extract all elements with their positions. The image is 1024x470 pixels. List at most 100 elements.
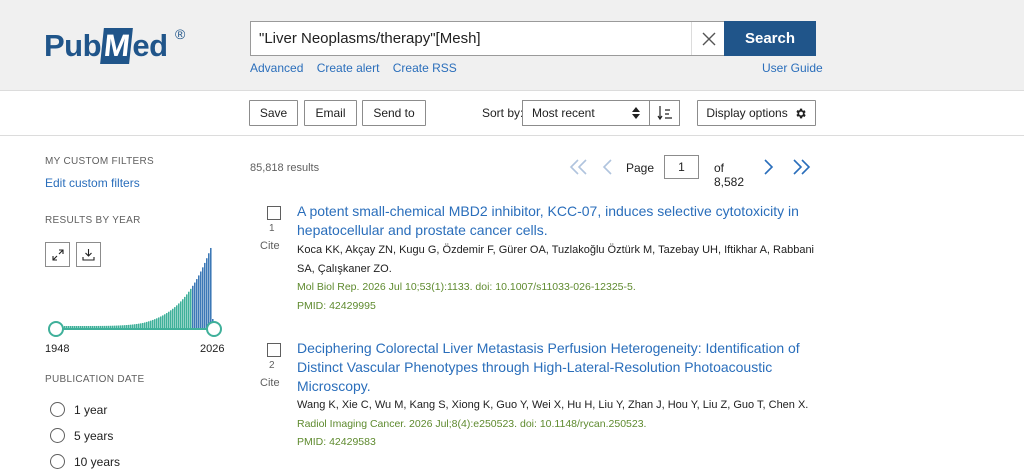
article-citation: Radiol Imaging Cancer. 2026 Jul;8(4):e25… [297, 418, 647, 430]
histogram-bar [204, 262, 206, 329]
histogram-bar [182, 299, 184, 329]
create-rss-link[interactable]: Create RSS [393, 61, 457, 75]
histogram-bar [156, 318, 158, 329]
article-title-link[interactable]: A potent small-chemical MBD2 inhibitor, … [297, 202, 817, 240]
sort-direction-icon [657, 106, 672, 121]
search-input[interactable] [251, 22, 689, 55]
display-options-button[interactable]: Display options [697, 100, 816, 126]
select-article-checkbox[interactable] [267, 206, 281, 220]
histogram-bar [174, 307, 176, 329]
histogram-bar [210, 247, 212, 329]
date-option-label: 5 years [74, 428, 114, 443]
next-page-icon[interactable] [761, 157, 775, 177]
publication-date-heading: PUBLICATION DATE [45, 374, 145, 385]
date-option-label: 10 years [74, 454, 121, 469]
histogram-bar [190, 288, 192, 329]
cite-button[interactable]: Cite [260, 377, 280, 389]
article-authors: Koca KK, Akçay ZN, Kugu G, Özdemir F, Gü… [297, 244, 814, 275]
histogram-bar [194, 282, 196, 329]
save-button[interactable]: Save [249, 100, 298, 126]
histogram-bar [188, 291, 190, 329]
page-label: Page [626, 161, 655, 175]
histogram-bar [202, 267, 204, 329]
histogram-bar [166, 313, 168, 329]
edit-custom-filters-link[interactable]: Edit custom filters [45, 176, 140, 190]
histogram-bar [152, 319, 154, 329]
article-pmid: PMID: 42429583 [297, 436, 376, 448]
article-pmid: PMID: 42429995 [297, 300, 376, 312]
article-citation: Mol Biol Rep. 2026 Jul 10;53(1):1133. do… [297, 281, 636, 293]
histogram-bar [162, 315, 164, 329]
registered-mark: ® [175, 26, 186, 42]
radio-button[interactable] [50, 454, 65, 469]
sort-value: Most recent [532, 106, 595, 120]
result-article-2: 2 Cite Deciphering Colorectal Liver Meta… [250, 339, 820, 454]
sort-select[interactable]: Most recent [522, 100, 650, 126]
histogram-bar [206, 258, 208, 329]
email-button[interactable]: Email [304, 100, 357, 126]
advanced-link[interactable]: Advanced [250, 61, 303, 75]
user-guide-link[interactable]: User Guide [762, 61, 823, 75]
article-number: 1 [269, 223, 275, 234]
display-options-label: Display options [706, 106, 788, 120]
results-by-year-histogram[interactable] [45, 240, 225, 340]
histogram-bar [180, 301, 182, 329]
histogram-bar [196, 279, 198, 329]
first-page-icon[interactable] [568, 157, 590, 177]
select-article-checkbox[interactable] [267, 343, 281, 357]
results-toolbar: Save Email Send to Sort by: Most recent … [0, 92, 1024, 136]
send-to-button[interactable]: Send to [362, 100, 426, 126]
year-start-label: 1948 [45, 343, 70, 355]
results-by-year-heading: RESULTS BY YEAR [45, 215, 141, 226]
histogram-bar [186, 294, 188, 329]
histogram-bar [160, 316, 162, 329]
histogram-bar [208, 253, 210, 329]
cite-button[interactable]: Cite [260, 240, 280, 252]
site-header: PubMed ® Search Advanced Create alert Cr… [0, 0, 1024, 91]
create-alert-link[interactable]: Create alert [317, 61, 380, 75]
article-title-link[interactable]: Deciphering Colorectal Liver Metastasis … [297, 339, 817, 396]
sort-by-label: Sort by: [482, 106, 524, 120]
search-box [250, 21, 724, 56]
search-sublinks: Advanced Create alert Create RSS [250, 61, 467, 75]
date-option-10-years[interactable]: 10 years [50, 454, 120, 469]
year-end-label: 2026 [200, 343, 225, 355]
page-number-input[interactable] [664, 155, 699, 179]
histogram-bar [172, 308, 174, 329]
histogram-bar [184, 296, 186, 329]
close-icon [702, 32, 715, 45]
year-range-start-handle[interactable] [48, 321, 64, 337]
histogram-bar [200, 271, 202, 329]
histogram-bar [198, 275, 200, 329]
result-article-1: 1 Cite A potent small-chemical MBD2 inhi… [250, 202, 820, 317]
date-option-5-years[interactable]: 5 years [50, 428, 113, 443]
histogram-bar [148, 321, 150, 329]
previous-page-icon[interactable] [601, 157, 615, 177]
pubmed-logo[interactable]: PubMed ® [44, 22, 194, 70]
histogram-bar [164, 314, 166, 329]
histogram-bar [150, 320, 152, 329]
clear-search-button[interactable] [691, 22, 725, 55]
date-option-1-year[interactable]: 1 year [50, 402, 107, 417]
date-option-label: 1 year [74, 402, 108, 417]
histogram-bar [168, 311, 170, 329]
sort-updown-icon [632, 107, 640, 119]
results-count: 85,818 results [250, 162, 320, 174]
histogram-bar [170, 310, 172, 329]
custom-filters-heading: MY CUSTOM FILTERS [45, 156, 155, 167]
histogram-bar [154, 319, 156, 329]
histogram-bar [176, 305, 178, 329]
page-count: of 8,582 [714, 161, 745, 189]
article-number: 2 [269, 360, 275, 371]
logo-wordmark: PubMed [44, 28, 168, 64]
radio-button[interactable] [50, 402, 65, 417]
histogram-bar [192, 285, 194, 329]
year-range-end-handle[interactable] [206, 321, 222, 337]
last-page-icon[interactable] [790, 157, 812, 177]
search-button[interactable]: Search [724, 21, 816, 56]
histogram-bar [158, 317, 160, 329]
histogram-bar [146, 321, 148, 329]
histogram-bar [178, 303, 180, 329]
sort-direction-button[interactable] [650, 100, 680, 126]
radio-button[interactable] [50, 428, 65, 443]
